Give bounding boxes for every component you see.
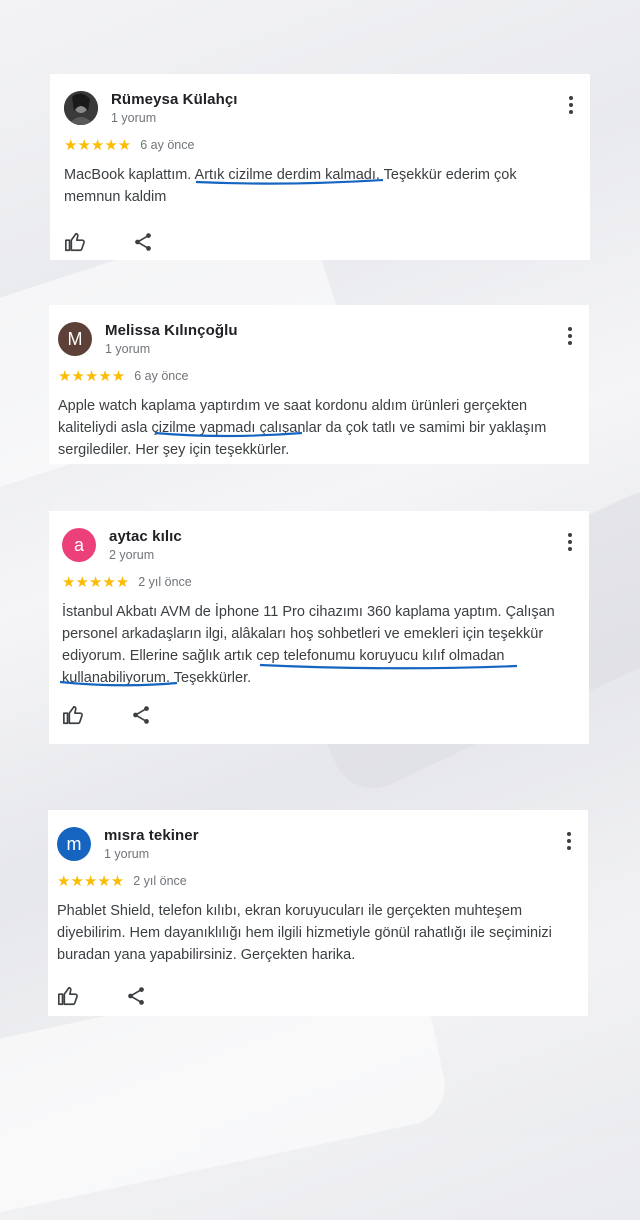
- review-text: Phablet Shield, telefon kılıbı, ekran ko…: [57, 903, 552, 963]
- star-rating: ★★★★★: [58, 368, 126, 385]
- review-count: 1 yorum: [111, 111, 157, 125]
- thumbs-up-icon[interactable]: [64, 231, 86, 253]
- reviewer-name[interactable]: mısra tekiner: [104, 827, 199, 844]
- more-vert-icon[interactable]: [567, 327, 573, 345]
- star-rating: ★★★★★: [57, 873, 125, 890]
- reviewer-name[interactable]: aytac kılıc: [109, 528, 182, 545]
- review-text: İstanbul Akbatı AVM de İphone 11 Pro cih…: [62, 604, 555, 686]
- avatar[interactable]: m: [57, 827, 91, 861]
- avatar[interactable]: [64, 91, 98, 125]
- more-vert-icon[interactable]: [566, 832, 572, 850]
- review-card: m mısra tekiner 1 yorum ★★★★★ 2 yıl önce…: [48, 810, 588, 1016]
- review-count: 1 yorum: [105, 342, 151, 356]
- review-time: 6 ay önce: [134, 369, 189, 383]
- share-icon[interactable]: [130, 704, 152, 726]
- review-time: 2 yıl önce: [138, 575, 192, 589]
- review-count: 2 yorum: [109, 548, 155, 562]
- review-count: 1 yorum: [104, 847, 150, 861]
- review-card: Rümeysa Külahçı 1 yorum ★★★★★ 6 ay önce …: [50, 74, 590, 260]
- share-icon[interactable]: [125, 985, 147, 1007]
- reviewer-name[interactable]: Melissa Kılınçoğlu: [105, 322, 238, 339]
- more-vert-icon[interactable]: [567, 533, 573, 551]
- star-rating: ★★★★★: [64, 137, 132, 154]
- review-card: M Melissa Kılınçoğlu 1 yorum ★★★★★ 6 ay …: [49, 305, 589, 464]
- avatar[interactable]: a: [62, 528, 96, 562]
- avatar[interactable]: M: [58, 322, 92, 356]
- review-time: 6 ay önce: [140, 138, 195, 152]
- share-icon[interactable]: [132, 231, 154, 253]
- thumbs-up-icon[interactable]: [57, 985, 79, 1007]
- reviewer-name[interactable]: Rümeysa Külahçı: [111, 91, 238, 108]
- thumbs-up-icon[interactable]: [62, 704, 84, 726]
- profile-photo-icon: [64, 91, 98, 125]
- star-rating: ★★★★★: [62, 574, 130, 591]
- review-text: Apple watch kaplama yaptırdım ve saat ko…: [58, 398, 547, 458]
- more-vert-icon[interactable]: [568, 96, 574, 114]
- review-time: 2 yıl önce: [133, 874, 187, 888]
- review-card: a aytac kılıc 2 yorum ★★★★★ 2 yıl önce İ…: [49, 511, 589, 744]
- review-text: MacBook kaplattım. Artık cizilme derdim …: [64, 167, 517, 205]
